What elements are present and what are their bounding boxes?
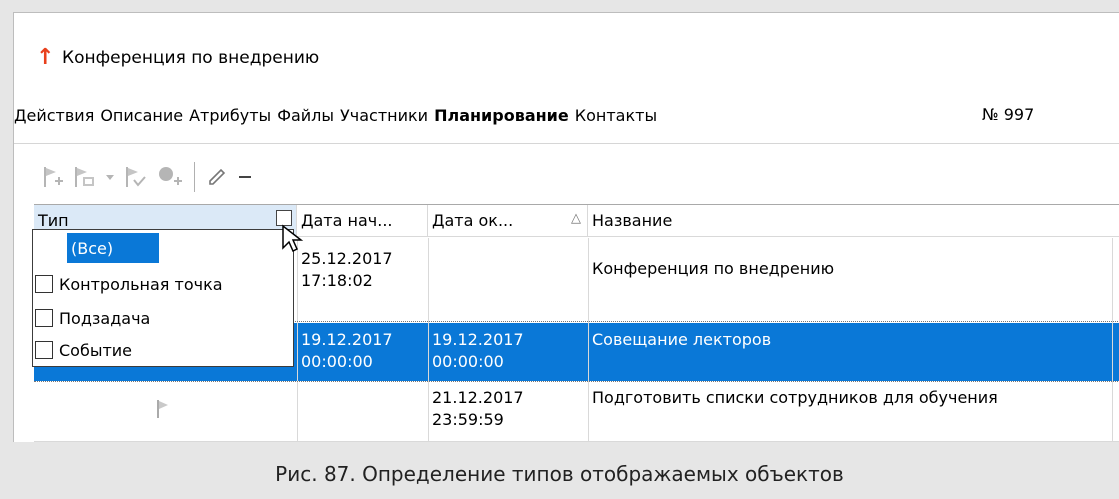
window-title: Конференция по внедрению (62, 48, 320, 68)
column-header-end-date[interactable]: Дата ок... △ (428, 205, 588, 237)
tab-description[interactable]: Описание (100, 106, 183, 125)
tab-attributes[interactable]: Атрибуты (189, 106, 271, 125)
flag-icon (152, 399, 170, 425)
row-start-time-line: 17:18:02 (301, 271, 373, 290)
column-divider (297, 238, 298, 443)
row-end-date-line: 19.12.2017 (432, 330, 524, 349)
column-header-start-label: Дата нач... (301, 211, 393, 230)
filter-option-label: Контрольная точка (59, 274, 223, 294)
row-start-date: 19.12.2017 00:00:00 (297, 329, 393, 373)
tab-contacts[interactable]: Контакты (575, 106, 657, 125)
checkbox-milestone[interactable] (35, 275, 53, 293)
task-window: ↑ Конференция по внедрению Действия Опис… (13, 12, 1119, 443)
sort-ascending-icon: △ (571, 211, 581, 226)
row-start-date: 25.12.2017 17:18:02 (297, 248, 393, 292)
checked-flag-icon[interactable] (120, 162, 152, 192)
row-name: Совещание лекторов (592, 330, 772, 349)
tab-bar: Действия Описание Атрибуты Файлы Участни… (14, 101, 1119, 129)
table-row[interactable]: 21.12.2017 23:59:59 Подготовить списки с… (34, 381, 1119, 441)
row-end-date: 21.12.2017 23:59:59 (428, 387, 524, 431)
edit-pencil-icon[interactable] (203, 162, 231, 192)
filter-option-subtask[interactable]: Подзадача (35, 304, 150, 332)
filter-option-label: Подзадача (59, 308, 151, 328)
column-divider (588, 238, 589, 443)
column-header-type-label: Тип (38, 211, 69, 230)
row-start-date-line: 25.12.2017 (301, 249, 393, 268)
add-event-icon[interactable] (152, 162, 186, 192)
row-end-date-line: 21.12.2017 (432, 388, 524, 407)
tab-planning[interactable]: Планирование (434, 106, 569, 125)
figure-caption: Рис. 87. Определение типов отображаемых … (275, 462, 844, 486)
column-header-start-date[interactable]: Дата нач... (297, 205, 428, 237)
red-up-arrow-icon: ↑ (36, 45, 55, 70)
column-divider (428, 238, 429, 443)
filter-option-label: Событие (59, 340, 133, 360)
row-end-time-line: 00:00:00 (432, 352, 504, 371)
mouse-cursor-icon (281, 224, 305, 258)
column-header-end-label: Дата ок... (432, 211, 514, 230)
dropdown-arrow-icon[interactable] (100, 162, 120, 192)
toolbar (38, 159, 259, 195)
remove-minus-icon[interactable] (231, 162, 259, 192)
checkbox-subtask[interactable] (35, 309, 53, 327)
tab-separator (14, 143, 1119, 144)
column-divider (1112, 238, 1113, 443)
window-title-row: ↑ Конференция по внедрению (36, 43, 319, 73)
row-divider (34, 381, 1119, 382)
row-start-time-line: 00:00:00 (301, 352, 373, 371)
add-task-icon[interactable] (70, 162, 100, 192)
row-name: Конференция по внедрению (592, 259, 835, 278)
record-number: № 997 (982, 105, 1035, 124)
filter-option-all[interactable]: (Все) (67, 233, 159, 263)
toolbar-divider (194, 162, 195, 192)
tab-files[interactable]: Файлы (277, 106, 334, 125)
filter-option-event[interactable]: Событие (35, 336, 132, 364)
type-filter-dropdown: (Все) Контрольная точка Подзадача Событи… (32, 229, 294, 367)
checkbox-event[interactable] (35, 341, 53, 359)
tab-participants[interactable]: Участники (340, 106, 428, 125)
filter-option-milestone[interactable]: Контрольная точка (35, 270, 223, 298)
column-header-name-label: Название (592, 211, 673, 230)
column-header-name[interactable]: Название (588, 205, 1119, 237)
row-start-date-line: 19.12.2017 (301, 330, 393, 349)
tab-actions[interactable]: Действия (14, 106, 94, 125)
row-end-date: 19.12.2017 00:00:00 (428, 329, 524, 373)
add-flag-icon[interactable] (38, 162, 70, 192)
row-name: Подготовить списки сотрудников для обуче… (592, 388, 998, 407)
row-end-time-line: 23:59:59 (432, 410, 504, 429)
